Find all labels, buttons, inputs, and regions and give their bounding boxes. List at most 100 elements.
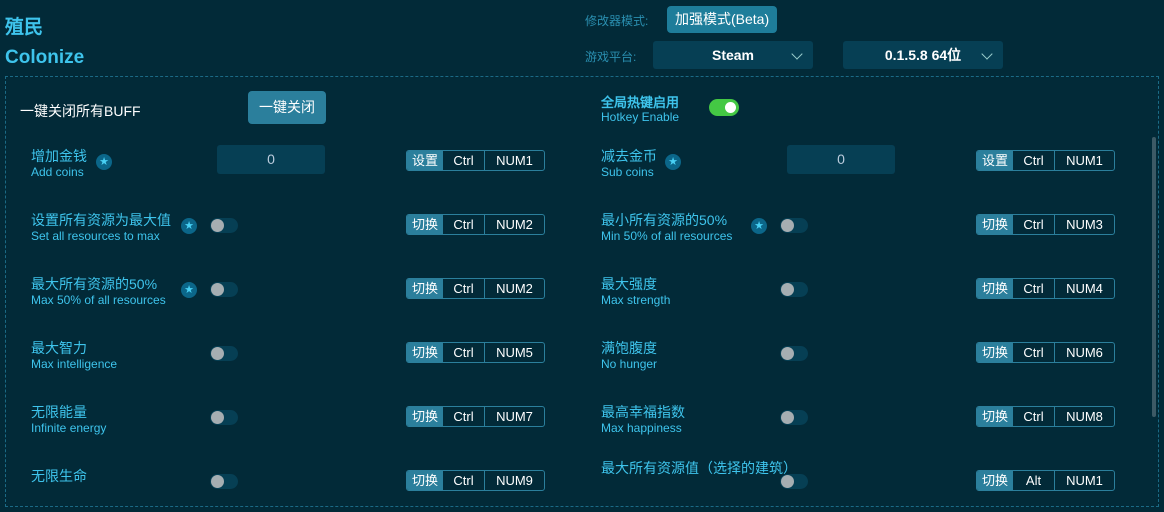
- hotkey-binding[interactable]: 切换 Ctrl NUM6: [976, 342, 1115, 363]
- hotkey-binding[interactable]: 切换 Alt NUM1: [976, 470, 1115, 491]
- cheat-name-cn: 最高幸福指数: [601, 404, 685, 420]
- hotkey-key: NUM2: [496, 217, 533, 232]
- cheat-toggle[interactable]: [210, 474, 238, 489]
- hotkey-binding[interactable]: 设置 Ctrl NUM1: [976, 150, 1115, 171]
- hotkey-binding[interactable]: 切换 Ctrl NUM8: [976, 406, 1115, 427]
- close-all-label: 一键关闭所有BUFF: [20, 103, 141, 119]
- hotkey-binding[interactable]: 切换 Ctrl NUM3: [976, 214, 1115, 235]
- close-all-button[interactable]: 一键关闭: [248, 91, 326, 124]
- cheat-toggle[interactable]: [780, 474, 808, 489]
- hotkey-modifier: Ctrl: [1013, 151, 1055, 170]
- cheat-name-cn: 满饱腹度: [601, 340, 657, 356]
- hotkey-action: 切换: [977, 215, 1013, 234]
- hotkey-binding[interactable]: 切换 Ctrl NUM7: [406, 406, 545, 427]
- cheat-name-en: Max strength: [601, 293, 671, 307]
- hotkey-action: 切换: [407, 215, 443, 234]
- hotkey-key: NUM2: [496, 281, 533, 296]
- cheat-toggle[interactable]: [210, 346, 238, 361]
- value-input[interactable]: 0: [787, 145, 895, 174]
- hotkey-key: NUM4: [1066, 281, 1103, 296]
- cheat-name-en: Infinite energy: [31, 421, 107, 435]
- hotkey-modifier: Ctrl: [443, 215, 485, 234]
- hotkey-binding[interactable]: 切换 Ctrl NUM2: [406, 214, 545, 235]
- cheat-name-en: No hunger: [601, 357, 658, 371]
- hotkey-enable-toggle[interactable]: [709, 99, 739, 116]
- cheat-name-cn: 增加金钱: [31, 148, 87, 164]
- hotkey-binding[interactable]: 切换 Ctrl NUM4: [976, 278, 1115, 299]
- cheat-name-en: Set all resources to max: [31, 229, 160, 243]
- platform-label: 游戏平台:: [585, 50, 637, 64]
- hotkey-key: NUM6: [1066, 345, 1103, 360]
- hotkey-key: NUM1: [1066, 473, 1103, 488]
- cheat-name-cn: 最大强度: [601, 276, 657, 292]
- star-icon: ★: [181, 218, 197, 234]
- hotkey-key: NUM1: [1066, 153, 1103, 168]
- hotkey-modifier: Ctrl: [443, 279, 485, 298]
- star-icon: ★: [96, 154, 112, 170]
- hotkey-key: NUM5: [496, 345, 533, 360]
- star-icon: ★: [665, 154, 681, 170]
- cheat-name-cn: 最大智力: [31, 340, 87, 356]
- cheat-toggle[interactable]: [210, 410, 238, 425]
- cheat-panel: 一键关闭所有BUFF 一键关闭 全局热键启用 Hotkey Enable 增加金…: [5, 76, 1159, 507]
- chevron-down-icon: [791, 48, 803, 60]
- cheat-name-cn: 无限能量: [31, 404, 87, 420]
- hotkey-binding[interactable]: 切换 Ctrl NUM5: [406, 342, 545, 363]
- hotkey-key: NUM1: [496, 153, 533, 168]
- hotkey-modifier: Ctrl: [443, 151, 485, 170]
- version-value: 0.1.5.8 64位: [884, 47, 962, 63]
- game-title-cn: 殖民: [5, 17, 44, 38]
- hotkey-action: 切换: [407, 471, 443, 490]
- hotkey-modifier: Ctrl: [1013, 279, 1055, 298]
- value-input[interactable]: 0: [217, 145, 325, 174]
- cheat-name-cn: 设置所有资源为最大值: [31, 212, 171, 228]
- hotkey-modifier: Ctrl: [1013, 343, 1055, 362]
- hotkey-action: 切换: [977, 407, 1013, 426]
- hotkey-modifier: Ctrl: [1013, 407, 1055, 426]
- cheat-name-cn: 无限生命: [31, 468, 87, 484]
- hotkey-modifier: Ctrl: [443, 471, 485, 490]
- cheat-toggle[interactable]: [780, 218, 808, 233]
- cheat-toggle[interactable]: [780, 282, 808, 297]
- cheat-name-en: Add coins: [31, 165, 84, 179]
- hotkey-modifier: Ctrl: [443, 407, 485, 426]
- chevron-down-icon: [981, 48, 993, 60]
- hotkey-binding[interactable]: 切换 Ctrl NUM2: [406, 278, 545, 299]
- cheat-toggle[interactable]: [210, 282, 238, 297]
- cheat-name-cn: 最大所有资源值（选择的建筑）: [601, 460, 797, 476]
- game-title-en: Colonize: [5, 47, 85, 68]
- hotkey-action: 切换: [407, 407, 443, 426]
- version-select[interactable]: 0.1.5.8 64位: [843, 41, 1003, 69]
- hotkey-key: NUM7: [496, 409, 533, 424]
- star-icon: ★: [751, 218, 767, 234]
- hotkey-action: 切换: [407, 279, 443, 298]
- cheat-name-cn: 减去金币: [601, 148, 657, 164]
- scrollbar[interactable]: [1152, 137, 1156, 417]
- hotkey-binding[interactable]: 设置 Ctrl NUM1: [406, 150, 545, 171]
- hotkey-action: 切换: [977, 279, 1013, 298]
- cheat-name-en: Sub coins: [601, 165, 654, 179]
- cheat-name-cn: 最大所有资源的50%: [31, 276, 158, 292]
- cheat-name-en: Max happiness: [601, 421, 682, 435]
- hotkey-modifier: Alt: [1013, 471, 1055, 490]
- cheat-toggle[interactable]: [780, 410, 808, 425]
- hotkey-key: NUM3: [1066, 217, 1103, 232]
- hotkey-modifier: Ctrl: [1013, 215, 1055, 234]
- cheat-name-en: Min 50% of all resources: [601, 229, 733, 243]
- hotkey-binding[interactable]: 切换 Ctrl NUM9: [406, 470, 545, 491]
- cheat-name-en: Max intelligence: [31, 357, 118, 371]
- hotkey-modifier: Ctrl: [443, 343, 485, 362]
- hotkey-action: 切换: [407, 343, 443, 362]
- star-icon: ★: [181, 282, 197, 298]
- hotkey-action: 设置: [977, 151, 1013, 170]
- hotkey-action: 设置: [407, 151, 443, 170]
- hotkey-action: 切换: [977, 343, 1013, 362]
- platform-value: Steam: [711, 47, 755, 63]
- cheat-name-cn: 最小所有资源的50%: [601, 212, 728, 228]
- hotkey-key: NUM8: [1066, 409, 1103, 424]
- cheat-toggle[interactable]: [210, 218, 238, 233]
- cheat-toggle[interactable]: [780, 346, 808, 361]
- mode-button[interactable]: 加强模式(Beta): [667, 6, 778, 33]
- hotkey-enable-cn: 全局热键启用: [601, 95, 680, 110]
- platform-select[interactable]: Steam: [653, 41, 813, 69]
